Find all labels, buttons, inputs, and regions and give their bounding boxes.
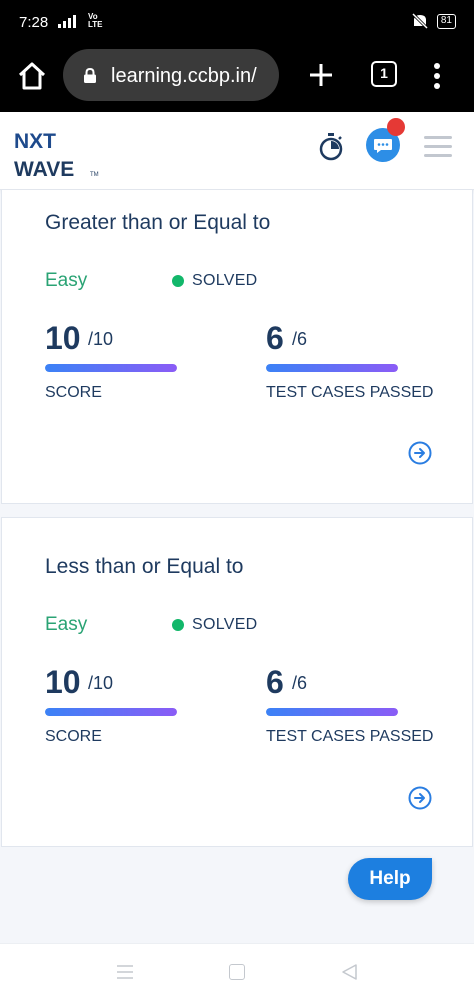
question-title[interactable]: Greater than or Equal to (45, 211, 270, 235)
help-button[interactable]: Help (348, 858, 432, 900)
signal-icon (58, 15, 76, 28)
tests-progress (266, 364, 398, 372)
score-total: /10 (88, 329, 114, 349)
tests-value: 6 (266, 320, 284, 356)
timer-icon[interactable] (318, 132, 344, 162)
battery-indicator: 81 (436, 13, 456, 29)
solved-dot (172, 275, 184, 287)
home-icon[interactable] (16, 60, 48, 92)
hamburger-icon[interactable] (424, 136, 452, 158)
score-label: SCORE (45, 728, 102, 745)
logo-top: NXT (14, 130, 56, 153)
difficulty-label: Easy (45, 270, 88, 291)
difficulty-label: Easy (45, 614, 88, 635)
status-badge: SOLVED (192, 272, 258, 289)
tests-total: /6 (292, 329, 308, 349)
lock-icon (84, 68, 96, 83)
tests-total: /6 (292, 673, 308, 693)
score-value: 10 (45, 664, 81, 700)
logo-tm: TM (90, 172, 99, 178)
score-value: 10 (45, 320, 81, 356)
question-title[interactable]: Less than or Equal to (45, 555, 243, 579)
recent-apps-icon[interactable] (116, 964, 134, 980)
logo-bottom: WAVE (14, 158, 74, 181)
status-right: 81 (411, 13, 456, 29)
arrow-right-circle-icon[interactable] (408, 441, 432, 465)
score-metric: 10 /10 SCORE (45, 664, 235, 754)
nxtwave-logo[interactable]: NXT WAVE TM (14, 126, 114, 182)
tests-metric: 6 /6 TEST CASES PASSED (266, 320, 456, 410)
app-header: NXT WAVE TM (0, 112, 474, 190)
tests-label: TEST CASES PASSED (266, 728, 434, 745)
score-label: SCORE (45, 384, 102, 401)
score-metric: 10 /10 SCORE (45, 320, 235, 410)
address-bar[interactable]: learning.ccbp.in/ (63, 49, 279, 101)
tests-value: 6 (266, 664, 284, 700)
new-tab-button[interactable] (308, 62, 334, 88)
question-card: Less than or Equal to Easy SOLVED 10 /10… (1, 517, 473, 847)
tests-label: TEST CASES PASSED (266, 384, 434, 401)
tests-metric: 6 /6 TEST CASES PASSED (266, 664, 456, 754)
mute-icon (411, 13, 428, 29)
status-bar: 7:28 Vo LTE 81 (0, 0, 474, 44)
tabs-button[interactable]: 1 (371, 61, 397, 87)
url-text: learning.ccbp.in/ (111, 65, 257, 87)
notification-dot (387, 118, 405, 136)
status-badge: SOLVED (192, 616, 258, 633)
system-nav-bar (0, 943, 474, 1000)
question-card: Greater than or Equal to Easy SOLVED 10 … (1, 190, 473, 504)
more-vert-icon[interactable] (428, 62, 446, 90)
score-progress (45, 708, 177, 716)
home-nav-icon[interactable] (229, 964, 245, 980)
solved-dot (172, 619, 184, 631)
status-time: 7:28 (19, 14, 49, 31)
back-icon[interactable] (340, 963, 358, 981)
score-total: /10 (88, 673, 114, 693)
volte-indicator: Vo LTE (88, 12, 103, 29)
browser-toolbar: learning.ccbp.in/ 1 (0, 44, 474, 112)
tests-progress (266, 708, 398, 716)
score-progress (45, 364, 177, 372)
arrow-right-circle-icon[interactable] (408, 786, 432, 810)
